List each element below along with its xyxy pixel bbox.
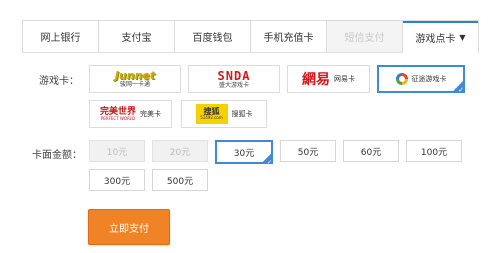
snda-logo-text: SNDA <box>217 68 251 83</box>
sohu-logo: 搜狐 51492.com <box>195 104 228 124</box>
amount-option-30-label: 30元 <box>233 148 255 159</box>
sohu-logo-subtext: 51492.com <box>200 115 223 120</box>
card-junnet[interactable]: Junnet 骏网一卡通 <box>89 65 181 93</box>
selected-check-icon <box>451 79 465 94</box>
amount-option-10: 10元 <box>89 140 145 162</box>
tab-alipay[interactable]: 支付宝 <box>99 21 175 52</box>
sohu-caption: 搜狐卡 <box>231 110 253 118</box>
card-snda[interactable]: SNDA 盛大游戏卡 <box>188 65 280 93</box>
game-card-label: 游戏卡： <box>39 76 79 87</box>
card-wanmei[interactable]: 完美世界 PERFECT WORLD 完美卡 <box>89 100 172 128</box>
wanmei-caption: 完美卡 <box>140 110 161 118</box>
pay-now-button[interactable]: 立即支付 <box>88 209 170 245</box>
amount-option-20: 20元 <box>152 140 208 162</box>
selected-check-icon <box>261 152 273 166</box>
caret-down-icon: ▼ <box>459 33 466 42</box>
zhengtu-logo-icon <box>395 73 408 85</box>
junnet-logo-text: Junnet <box>114 69 156 82</box>
tab-mobile-card[interactable]: 手机充值卡 <box>251 21 327 52</box>
card-netease[interactable]: 網易 网易卡 <box>287 65 370 93</box>
tab-sms-pay: 短信支付 <box>327 21 403 52</box>
payment-tabs: 网上银行 支付宝 百度钱包 手机充值卡 短信支付 游戏点卡 ▼ <box>22 20 479 53</box>
zhengtu-caption: 征途游戏卡 <box>411 75 447 83</box>
amount-label: 卡面金额： <box>32 150 82 161</box>
netease-caption: 网易卡 <box>334 75 355 83</box>
amount-option-60[interactable]: 60元 <box>343 140 399 162</box>
tab-online-bank[interactable]: 网上银行 <box>23 21 99 52</box>
junnet-caption: 骏网一卡通 <box>119 81 150 88</box>
card-zhengtu[interactable]: 征途游戏卡 <box>377 65 465 94</box>
wanmei-logo: 完美世界 PERFECT WORLD <box>100 107 136 121</box>
netease-logo: 網易 <box>302 72 330 88</box>
amount-option-300[interactable]: 300元 <box>89 169 145 191</box>
snda-caption: 盛大游戏卡 <box>218 81 249 89</box>
snda-logo: SNDA 盛大游戏卡 <box>218 70 251 89</box>
amount-option-30[interactable]: 30元 <box>215 140 273 166</box>
tab-game-card-label: 游戏点卡 <box>415 34 456 45</box>
amount-option-50[interactable]: 50元 <box>280 140 336 162</box>
card-sohu[interactable]: 搜狐 51492.com 搜狐卡 <box>181 100 267 128</box>
amount-option-100[interactable]: 100元 <box>406 140 462 162</box>
amount-option-500[interactable]: 500元 <box>152 169 208 191</box>
junnet-logo: Junnet 骏网一卡通 <box>115 70 155 88</box>
wanmei-logo-subtext: PERFECT WORLD <box>100 115 136 121</box>
tab-game-card[interactable]: 游戏点卡 ▼ <box>403 21 478 53</box>
tab-baidu-wallet[interactable]: 百度钱包 <box>175 21 251 52</box>
